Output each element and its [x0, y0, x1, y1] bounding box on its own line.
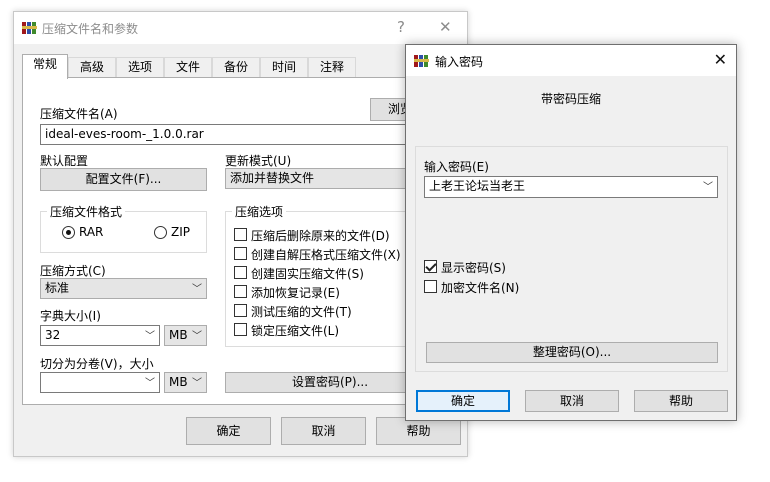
split-unit-select[interactable]: MB ﹀ — [164, 372, 207, 393]
option-test-label: 测试压缩的文件(T) — [251, 305, 352, 319]
show-password-label: 显示密码(S) — [441, 261, 506, 275]
dict-unit-select[interactable]: MB ﹀ — [164, 325, 207, 346]
chevron-down-icon: ﹀ — [145, 378, 155, 389]
encrypt-names-checkbox[interactable] — [424, 280, 437, 293]
encrypt-names-label: 加密文件名(N) — [441, 281, 520, 295]
format-zip-label: ZIP — [171, 225, 190, 239]
options-group-title: 压缩选项 — [232, 203, 287, 220]
window-title: 压缩文件名和参数 — [42, 22, 139, 36]
profiles-button[interactable]: 配置文件(F)... — [40, 168, 207, 191]
help-question-icon[interactable]: ? — [397, 18, 405, 36]
password-ok-button[interactable]: 确定 — [416, 390, 510, 412]
split-unit-value: MB — [169, 375, 188, 389]
tab-options[interactable]: 选项 — [116, 57, 164, 78]
enter-password-label: 输入密码(E) — [424, 160, 489, 174]
tab-comment[interactable]: 注释 — [308, 57, 356, 78]
password-cancel-button[interactable]: 取消 — [525, 390, 619, 412]
format-rar-label: RAR — [79, 225, 104, 239]
chevron-down-icon: ﹀ — [192, 284, 202, 295]
format-group: 压缩文件格式 RAR ZIP — [40, 203, 207, 253]
tab-files[interactable]: 文件 — [164, 57, 212, 78]
archive-settings-dialog: 压缩文件名和参数 ? ✕ 常规 高级 选项 文件 备份 时间 注释 压缩文件名(… — [13, 11, 468, 457]
option-recovery-label: 添加恢复记录(E) — [251, 286, 340, 300]
option-solid-label: 创建固实压缩文件(S) — [251, 267, 364, 281]
general-tab-panel: 压缩文件名(A) 浏览 ideal-eves-room-_1.0.0.rar 默… — [22, 77, 460, 405]
archive-name-input[interactable]: ideal-eves-room-_1.0.0.rar — [40, 124, 435, 145]
chevron-down-icon: ﹀ — [192, 378, 202, 389]
chevron-down-icon: ﹀ — [192, 331, 202, 342]
options-group: 压缩选项 压缩后删除原来的文件(D) 创建自解压格式压缩文件(X) 创建固实压缩… — [225, 203, 435, 347]
option-sfx-label: 创建自解压格式压缩文件(X) — [251, 248, 401, 262]
archive-name-label: 压缩文件名(A) — [40, 107, 118, 121]
password-input[interactable]: 上老王论坛当老王 ﹀ — [424, 176, 718, 198]
format-rar-radio[interactable] — [62, 226, 75, 239]
help-button[interactable]: 帮助 — [376, 417, 461, 445]
organize-passwords-button[interactable]: 整理密码(O)... — [426, 342, 718, 363]
close-icon[interactable]: ✕ — [439, 18, 452, 36]
tab-time[interactable]: 时间 — [260, 57, 308, 78]
show-password-checkbox[interactable] — [424, 260, 437, 273]
option-lock-label: 锁定压缩文件(L) — [251, 324, 340, 338]
method-label: 压缩方式(C) — [40, 264, 106, 278]
tab-backup[interactable]: 备份 — [212, 57, 260, 78]
default-profile-label: 默认配置 — [40, 154, 89, 168]
dict-size-label: 字典大小(I) — [40, 309, 101, 323]
tab-general[interactable]: 常规 — [22, 54, 68, 79]
dict-unit-value: MB — [169, 328, 188, 342]
password-window-title: 输入密码 — [435, 55, 484, 69]
format-group-title: 压缩文件格式 — [47, 203, 126, 220]
password-heading: 带密码压缩 — [540, 92, 601, 106]
chevron-down-icon: ﹀ — [145, 331, 155, 342]
winrar-books-icon — [414, 55, 429, 67]
option-delete-after-label: 压缩后删除原来的文件(D) — [251, 229, 390, 243]
cancel-button[interactable]: 取消 — [281, 417, 366, 445]
option-checkbox[interactable] — [234, 266, 247, 279]
tab-advanced[interactable]: 高级 — [68, 57, 116, 78]
password-dialog: 输入密码 ✕ 带密码压缩 输入密码(E) 上老王论坛当老王 ﹀ 显示密码(S) … — [405, 44, 737, 421]
dict-size-select[interactable]: 32 ﹀ — [40, 325, 160, 346]
split-volumes-label: 切分为分卷(V)，大小 — [40, 357, 154, 371]
format-zip-radio[interactable] — [154, 226, 167, 239]
winrar-books-icon — [22, 22, 37, 34]
password-title-bar[interactable]: 输入密码 ✕ — [406, 45, 736, 76]
option-checkbox[interactable] — [234, 247, 247, 260]
option-checkbox[interactable] — [234, 304, 247, 317]
option-checkbox[interactable] — [234, 285, 247, 298]
method-select[interactable]: 标准 ﹀ — [40, 278, 207, 299]
method-value: 标准 — [45, 281, 70, 295]
dict-size-value: 32 — [45, 328, 61, 342]
update-mode-select[interactable]: 添加并替换文件 — [225, 168, 435, 189]
option-checkbox[interactable] — [234, 228, 247, 241]
title-bar[interactable]: 压缩文件名和参数 ? ✕ — [14, 12, 467, 44]
option-checkbox[interactable] — [234, 323, 247, 336]
password-help-button[interactable]: 帮助 — [634, 390, 728, 412]
set-password-button[interactable]: 设置密码(P)... — [225, 372, 435, 393]
password-group: 输入密码(E) 上老王论坛当老王 ﹀ 显示密码(S) 加密文件名(N) 整理密码… — [415, 146, 728, 372]
ok-button[interactable]: 确定 — [186, 417, 271, 445]
update-mode-label: 更新模式(U) — [225, 154, 292, 168]
close-icon[interactable]: ✕ — [714, 50, 727, 69]
split-size-select[interactable]: ﹀ — [40, 372, 160, 393]
update-mode-value: 添加并替换文件 — [230, 171, 315, 185]
password-value: 上老王论坛当老王 — [429, 179, 526, 193]
chevron-down-icon: ﹀ — [703, 182, 713, 193]
